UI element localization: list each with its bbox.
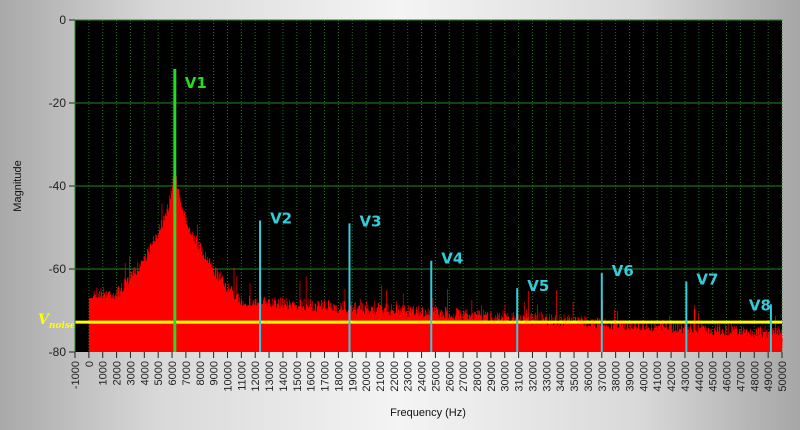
- y-axis-label: Magnitude: [12, 160, 24, 211]
- x-tick-label: 41000: [652, 361, 664, 392]
- peak-label-v5: V5: [527, 277, 549, 295]
- x-tick-label: 20000: [361, 361, 373, 392]
- x-tick-label: 37000: [597, 361, 609, 392]
- x-tick-label: 50000: [777, 361, 789, 392]
- x-tick-label: 24000: [417, 361, 429, 392]
- spectrum-chart: VnoiseV1V2 V3V4V5V6 V7V8 -1000 0 1000 2000 300…: [12, 13, 789, 419]
- x-tick-label: 28000: [472, 361, 484, 392]
- x-tick-label: 14000: [278, 361, 290, 392]
- x-tick-label: 31000: [514, 361, 526, 392]
- x-tick-label: 9000: [209, 361, 221, 385]
- y-tick-label: 0: [59, 13, 66, 27]
- peak-label-v7: V7: [696, 270, 718, 288]
- x-tick-label: 3000: [125, 361, 137, 385]
- x-axis-label: Frequency (Hz): [390, 407, 466, 419]
- peak-label-v6: V6: [612, 262, 634, 280]
- x-tick-label: 23000: [403, 361, 415, 392]
- peak-label-v2: V2: [270, 209, 292, 227]
- y-tick-label: -80: [49, 345, 67, 359]
- x-tick-label: 2000: [112, 361, 124, 385]
- x-tick-label: 18000: [333, 361, 345, 392]
- peak-label-v8: V8: [749, 296, 771, 314]
- peak-label-v1: V1: [185, 74, 207, 92]
- x-tick-label: 49000: [763, 361, 775, 392]
- x-tick-label: 33000: [541, 361, 553, 392]
- x-tick-label: 16000: [306, 361, 318, 392]
- x-tick-label: 35000: [569, 361, 581, 392]
- x-tick-label: 38000: [611, 361, 623, 392]
- x-tick-label: 21000: [375, 361, 387, 392]
- x-tick-label: 42000: [666, 361, 678, 392]
- x-tick-label: 15000: [292, 361, 304, 392]
- x-tick-label: -1000: [70, 361, 82, 389]
- x-tick-label: 5000: [153, 361, 165, 385]
- x-tick-label: 6000: [167, 361, 179, 385]
- peak-label-v3: V3: [359, 212, 381, 230]
- x-tick-label: 11000: [236, 361, 248, 391]
- x-tick-label: 47000: [735, 361, 747, 392]
- peak-label-v4: V4: [441, 250, 463, 268]
- x-tick-label: 1000: [98, 361, 110, 385]
- x-tick-label: 4000: [139, 361, 151, 385]
- x-tick-label: 43000: [680, 361, 692, 392]
- x-tick-label: 17000: [320, 361, 332, 392]
- x-tick-label: 45000: [708, 361, 720, 392]
- x-tick-label: 22000: [389, 361, 401, 392]
- x-tick-label: 25000: [430, 361, 442, 392]
- x-tick-label: 39000: [625, 361, 637, 392]
- x-tick-label: 19000: [347, 361, 359, 392]
- x-tick-label: 40000: [638, 361, 650, 392]
- x-tick-label: 36000: [583, 361, 595, 392]
- x-tick-label: 12000: [250, 361, 262, 392]
- x-tick-label: 13000: [264, 361, 276, 392]
- x-tick-label: 34000: [555, 361, 567, 392]
- x-tick-label: 0: [84, 361, 96, 367]
- x-tick-label: 7000: [181, 361, 193, 385]
- x-tick-label: 27000: [458, 361, 470, 392]
- x-tick-label: 48000: [749, 361, 761, 392]
- y-tick-label: -60: [49, 262, 67, 276]
- x-tick-label: 8000: [195, 361, 207, 385]
- x-tick-label: 46000: [722, 361, 734, 392]
- x-tick-label: 32000: [527, 361, 539, 392]
- x-tick-label: 10000: [222, 361, 234, 392]
- y-tick-label: -40: [49, 179, 67, 193]
- x-tick-label: 29000: [486, 361, 498, 392]
- noise-label: Vnoise: [38, 312, 76, 331]
- y-tick-label: -20: [49, 96, 67, 110]
- x-tick-label: 26000: [444, 361, 456, 392]
- x-tick-label: 30000: [500, 361, 512, 392]
- x-tick-label: 44000: [694, 361, 706, 392]
